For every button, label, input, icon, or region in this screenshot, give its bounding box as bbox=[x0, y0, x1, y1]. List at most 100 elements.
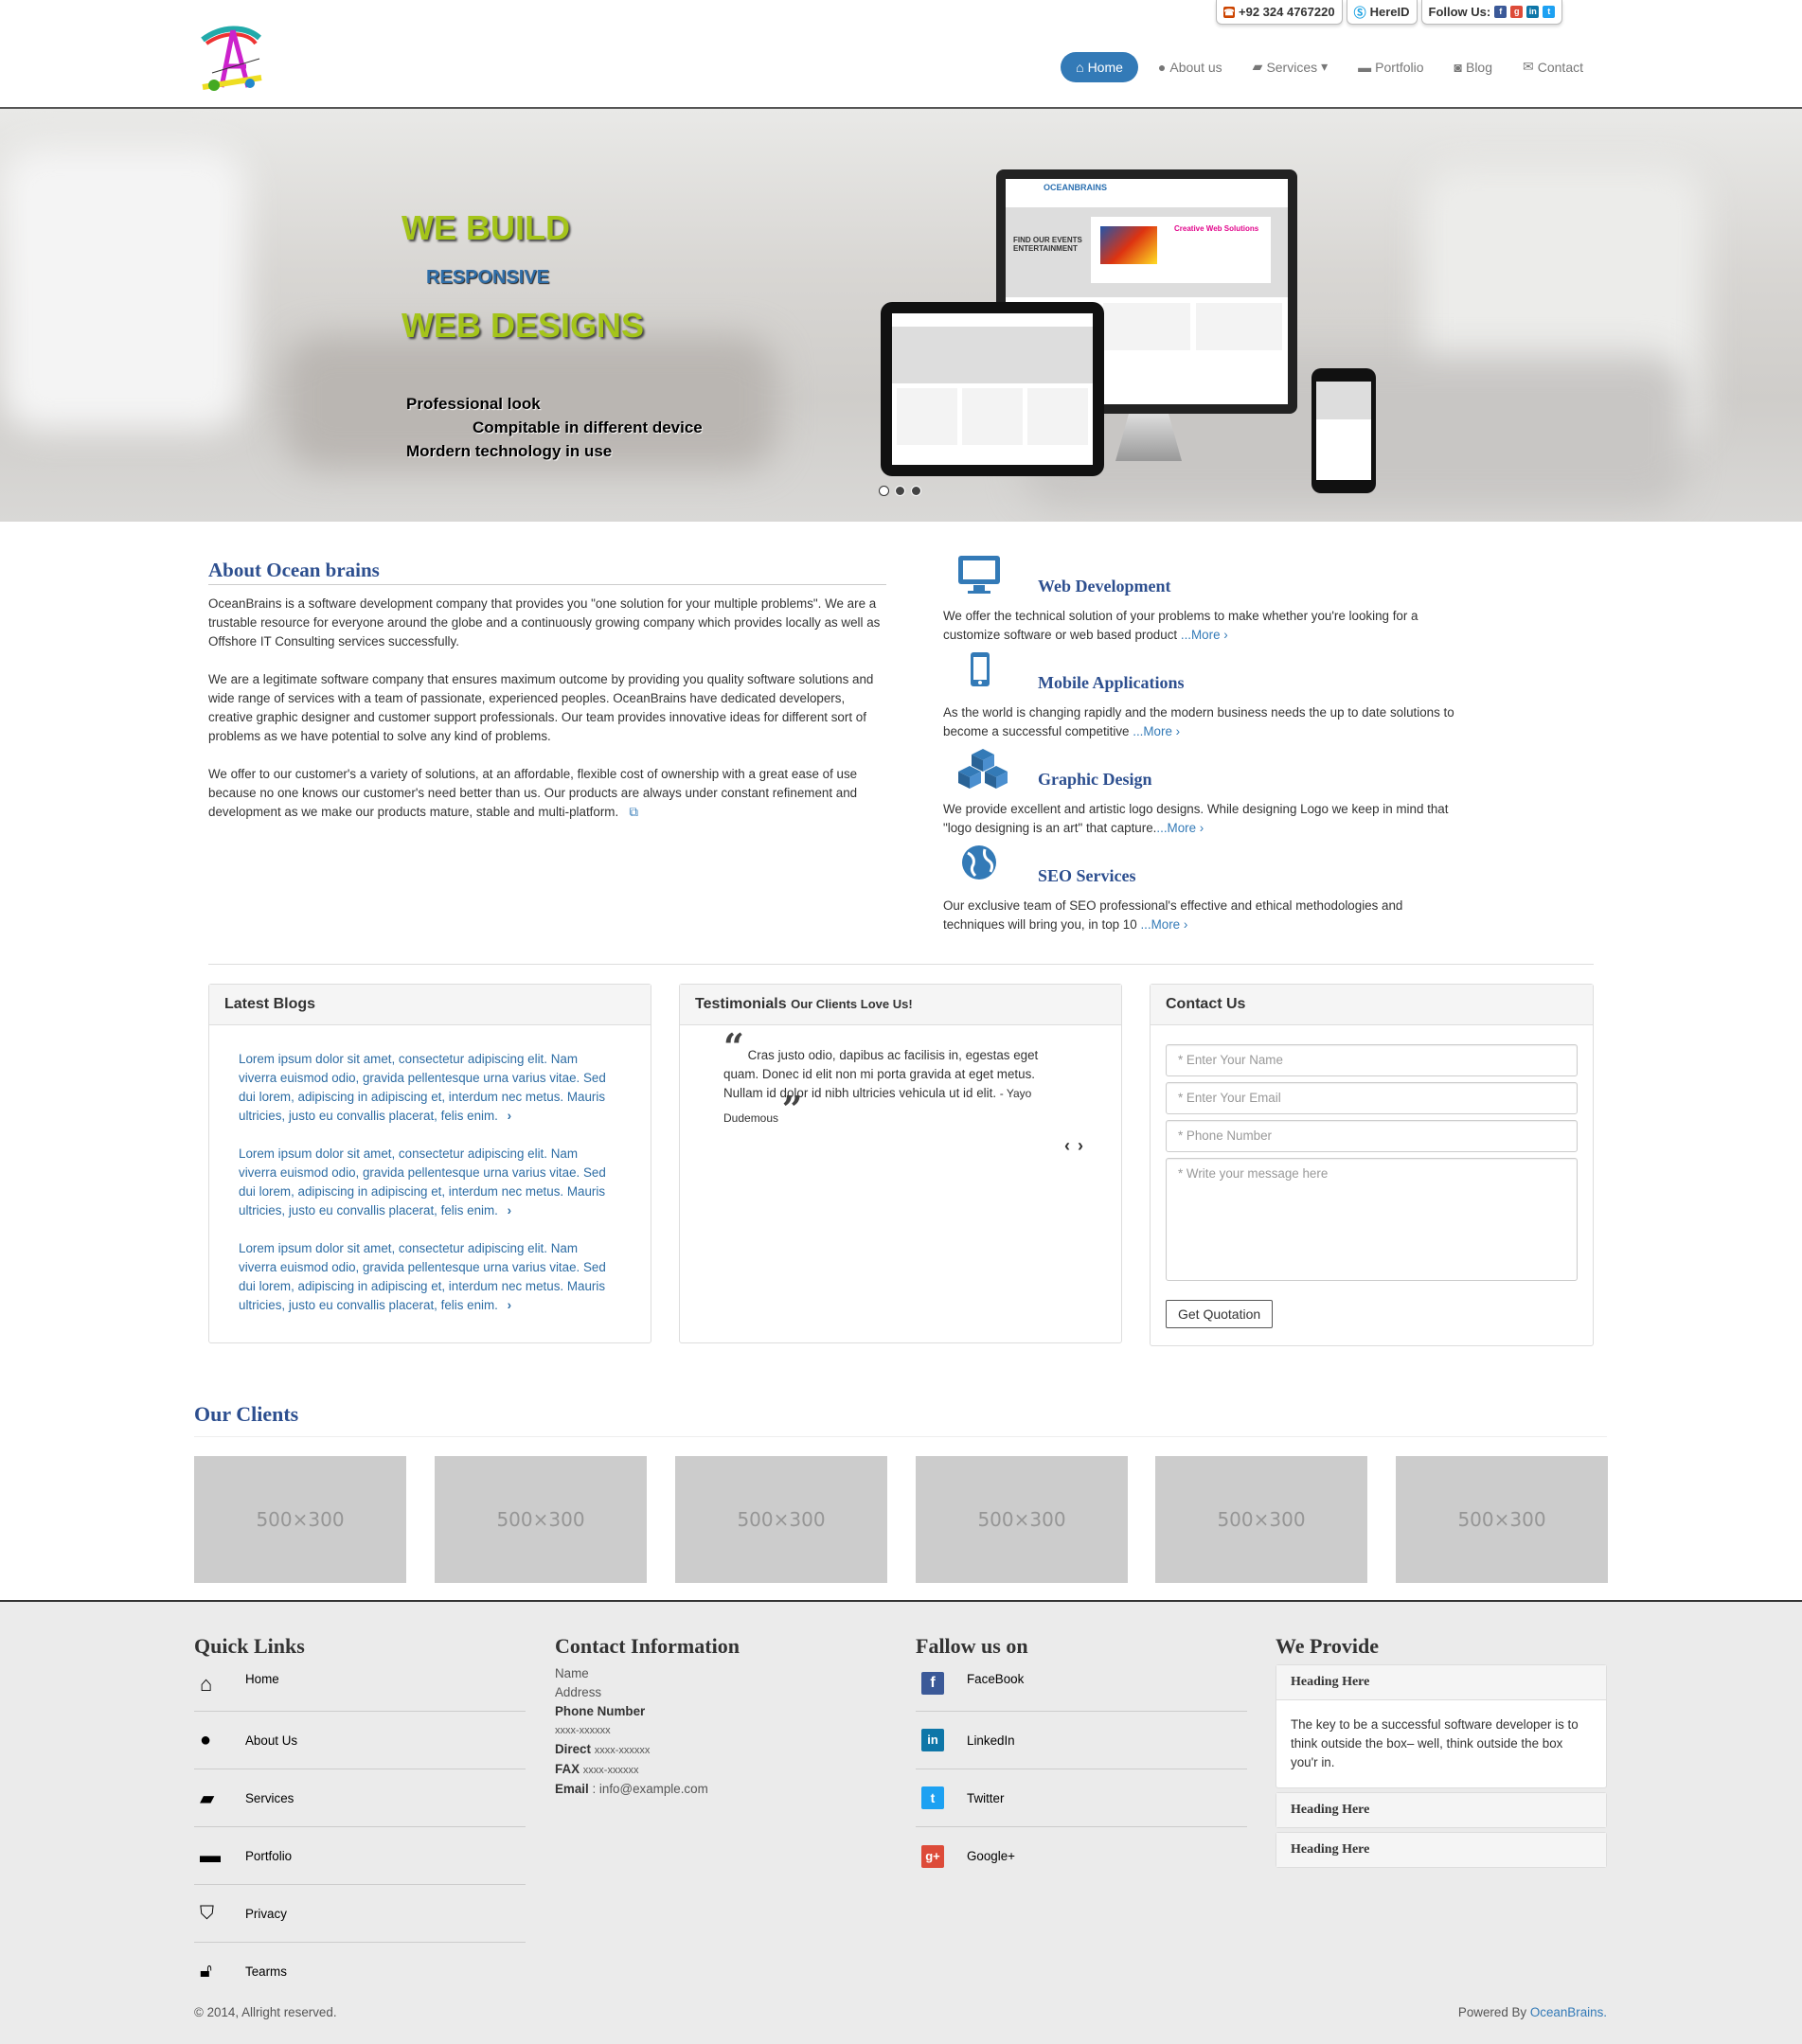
panel-heading: Testimonials Our Clients Love Us! bbox=[680, 985, 1121, 1025]
blog-item[interactable]: Lorem ipsum dolor sit amet, consectetur … bbox=[239, 1050, 611, 1126]
shield-icon: ⛉ bbox=[200, 1902, 214, 1924]
accordion-heading[interactable]: Heading Here bbox=[1276, 1793, 1606, 1827]
services-list: Web Development We offer the technical s… bbox=[943, 554, 1454, 940]
site-logo[interactable] bbox=[193, 21, 271, 98]
chevron-right-icon[interactable]: › bbox=[508, 1203, 511, 1218]
more-link[interactable]: ...More › bbox=[1140, 917, 1187, 932]
external-link-icon[interactable]: ⧉ bbox=[622, 805, 638, 819]
next-arrow-icon[interactable]: › bbox=[1078, 1136, 1083, 1156]
chevron-right-icon[interactable]: › bbox=[508, 1109, 511, 1123]
clients-title: Our Clients bbox=[194, 1402, 1607, 1437]
quick-link-terms[interactable]: 🔓︎ Tearms bbox=[194, 1943, 526, 2000]
unlock-icon: 🔓︎ bbox=[200, 1961, 212, 1982]
service-item: Graphic Design We provide excellent and … bbox=[943, 747, 1454, 844]
message-textarea[interactable]: * Write your message here bbox=[1166, 1158, 1578, 1281]
accordion-item: Heading Here The key to be a successful … bbox=[1276, 1664, 1607, 1788]
accordion-item: Heading Here bbox=[1276, 1792, 1607, 1828]
quick-link-home[interactable]: ⌂ Home bbox=[194, 1664, 526, 1712]
accordion-item: Heading Here bbox=[1276, 1832, 1607, 1868]
hero-feature-1: Professional look bbox=[406, 395, 541, 413]
service-title: Web Development bbox=[1038, 577, 1171, 595]
more-link[interactable]: ...More › bbox=[1133, 724, 1180, 738]
slider-dot[interactable] bbox=[879, 486, 889, 496]
about-section: About Ocean brains OceanBrains is a soft… bbox=[208, 559, 886, 822]
service-text: We offer the technical solution of your … bbox=[943, 609, 1418, 642]
more-link[interactable]: ...More › bbox=[1181, 628, 1228, 642]
accordion-heading[interactable]: Heading Here bbox=[1276, 1833, 1606, 1867]
about-paragraph: OceanBrains is a software development co… bbox=[208, 596, 881, 649]
rss-icon: ◙ bbox=[1454, 59, 1462, 75]
accordion-body: The key to be a successful software deve… bbox=[1276, 1699, 1606, 1787]
panel-heading: Latest Blogs bbox=[209, 985, 651, 1025]
prev-arrow-icon[interactable]: ‹ bbox=[1064, 1136, 1070, 1156]
linkedin-icon[interactable]: in bbox=[1526, 6, 1540, 18]
globe-icon bbox=[956, 844, 1002, 885]
blog-item[interactable]: Lorem ipsum dolor sit amet, consectetur … bbox=[239, 1239, 611, 1315]
nav-home[interactable]: ⌂ Home bbox=[1061, 51, 1138, 82]
skype-icon: Ⓢ bbox=[1353, 6, 1366, 20]
nav-blog[interactable]: ◙ Blog bbox=[1444, 52, 1504, 82]
service-text: As the world is changing rapidly and the… bbox=[943, 705, 1454, 738]
nav-portfolio[interactable]: ▬ Portfolio bbox=[1347, 52, 1434, 82]
client-logo[interactable]: 500×300 bbox=[194, 1456, 406, 1583]
get-quotation-button[interactable]: Get Quotation bbox=[1166, 1300, 1274, 1328]
nav-services[interactable]: ▰ Services ▾ bbox=[1242, 51, 1339, 82]
cubes-icon bbox=[956, 747, 1008, 789]
hero-slider: WE BUILD RESPONSIVE WEB DESIGNS Professi… bbox=[0, 109, 1802, 522]
testimonials-panel: Testimonials Our Clients Love Us! “ Cras… bbox=[679, 984, 1122, 1343]
quick-link-about[interactable]: ● About Us bbox=[194, 1712, 526, 1769]
quote-close-icon: ” bbox=[781, 1088, 803, 1130]
service-title: Graphic Design bbox=[1038, 770, 1152, 789]
quick-links: Quick Links ⌂ Home ● About Us ▰ Services ▬ P… bbox=[194, 1634, 526, 2000]
quick-link-privacy[interactable]: ⛉ Privacy bbox=[194, 1885, 526, 1943]
slider-dot[interactable] bbox=[911, 486, 921, 496]
hero-headline-1: WE BUILD bbox=[401, 208, 570, 247]
name-field[interactable]: * Enter Your Name bbox=[1166, 1044, 1578, 1076]
book-icon: ▰ bbox=[1252, 59, 1263, 74]
client-logo[interactable]: 500×300 bbox=[1396, 1456, 1608, 1583]
client-logo[interactable]: 500×300 bbox=[1155, 1456, 1367, 1583]
client-logo[interactable]: 500×300 bbox=[435, 1456, 647, 1583]
device-mockup: OCEANBRAINS FIND OUR EVENTS ENTERTAINMEN… bbox=[881, 169, 1383, 493]
home-icon: ⌂ bbox=[200, 1672, 213, 1696]
phone-chip[interactable]: ☎ +92 324 4767220 bbox=[1216, 0, 1343, 25]
client-logo[interactable]: 500×300 bbox=[675, 1456, 887, 1583]
nav-contact[interactable]: ✉ Contact bbox=[1512, 51, 1594, 82]
social-link-linkedin[interactable]: in LinkedIn bbox=[916, 1712, 1247, 1769]
quick-link-portfolio[interactable]: ▬ Portfolio bbox=[194, 1827, 526, 1885]
client-logo[interactable]: 500×300 bbox=[916, 1456, 1128, 1583]
powered-by-link[interactable]: OceanBrains. bbox=[1530, 2005, 1607, 2019]
service-text: We provide excellent and artistic logo d… bbox=[943, 802, 1449, 835]
skype-chip[interactable]: Ⓢ HereID bbox=[1346, 0, 1418, 25]
twitter-icon: t bbox=[921, 1786, 944, 1809]
hero-feature-3: Mordern technology in use bbox=[406, 442, 613, 460]
google-plus-icon[interactable]: g bbox=[1510, 6, 1524, 18]
social-link-facebook[interactable]: f FaceBook bbox=[916, 1664, 1247, 1712]
twitter-icon[interactable]: t bbox=[1543, 6, 1556, 18]
linkedin-icon: in bbox=[921, 1729, 944, 1751]
facebook-icon[interactable]: f bbox=[1494, 6, 1508, 18]
email-field[interactable]: * Enter Your Email bbox=[1166, 1082, 1578, 1114]
quick-link-services[interactable]: ▰ Services bbox=[194, 1769, 526, 1827]
service-text: Our exclusive team of SEO professional's… bbox=[943, 898, 1403, 932]
service-item: Mobile Applications As the world is chan… bbox=[943, 650, 1454, 747]
slider-dot[interactable] bbox=[895, 486, 905, 496]
social-link-googleplus[interactable]: g+ Google+ bbox=[916, 1827, 1247, 1885]
social-link-twitter[interactable]: t Twitter bbox=[916, 1769, 1247, 1827]
desktop-icon bbox=[956, 554, 1002, 595]
blog-item[interactable]: Lorem ipsum dolor sit amet, consectetur … bbox=[239, 1145, 611, 1220]
accordion-heading[interactable]: Heading Here bbox=[1276, 1665, 1606, 1699]
book-icon: ▰ bbox=[200, 1787, 215, 1809]
phone-field[interactable]: * Phone Number bbox=[1166, 1120, 1578, 1152]
site-footer: Quick Links ⌂ Home ● About Us ▰ Services ▬ P… bbox=[0, 1600, 1802, 2044]
hero-feature-2: Compitable in different device bbox=[473, 418, 703, 436]
copyright-text: © 2014, Allright reserved. bbox=[194, 2005, 337, 2019]
panel-heading: Contact Us bbox=[1151, 985, 1593, 1025]
more-link[interactable]: ...More › bbox=[1156, 821, 1204, 835]
chevron-right-icon[interactable]: › bbox=[508, 1298, 511, 1312]
folder-icon: ▬ bbox=[1358, 59, 1372, 75]
section-divider bbox=[208, 964, 1594, 965]
nav-about[interactable]: ● About us bbox=[1148, 52, 1233, 82]
we-provide: We Provide Heading Here The key to be a … bbox=[1276, 1634, 1607, 1872]
service-item: Web Development We offer the technical s… bbox=[943, 554, 1454, 650]
